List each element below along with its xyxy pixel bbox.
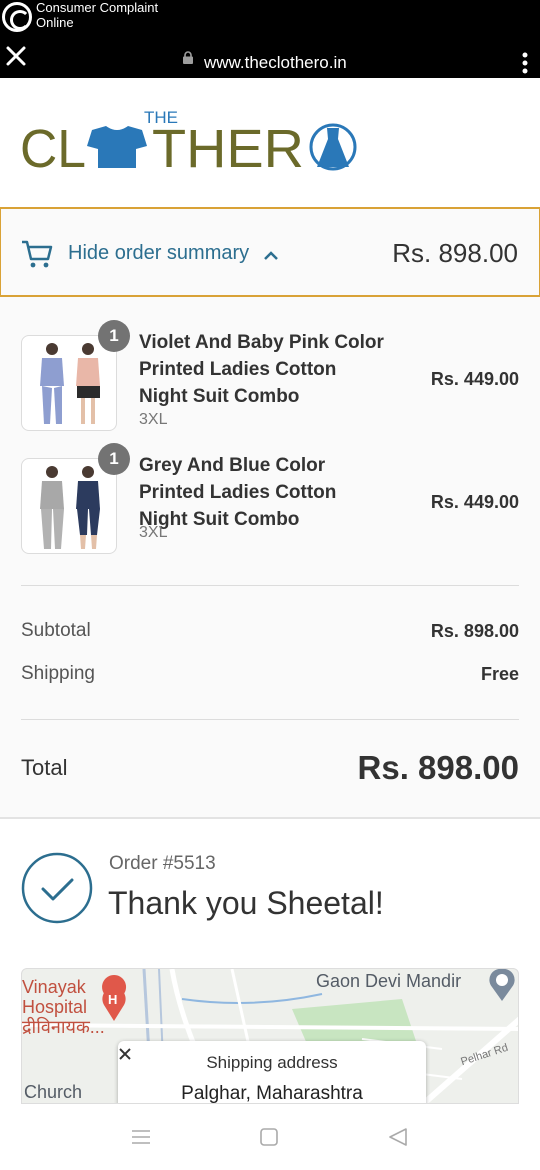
total-label: Total xyxy=(21,755,68,780)
logo-text-left: CL xyxy=(20,119,86,176)
cart-icon xyxy=(22,240,53,268)
divider xyxy=(21,585,519,586)
hospital-marker-icon: H xyxy=(102,975,127,1021)
total-value: Rs. 898.00 xyxy=(357,749,519,786)
subtotal-value: Rs. 898.00 xyxy=(430,621,519,641)
close-icon[interactable] xyxy=(4,44,28,68)
recent-apps-icon[interactable] xyxy=(131,1130,151,1144)
shipping-value: Free xyxy=(480,664,519,684)
divider xyxy=(21,719,519,720)
order-number: Order #5513 xyxy=(109,853,216,874)
store-logo[interactable]: THE CL THER xyxy=(20,106,360,176)
copyright-logo-icon xyxy=(2,2,32,32)
thank-you-heading: Thank you Sheetal! xyxy=(108,885,384,921)
product-price: Rs. 449.00 xyxy=(430,492,519,512)
url-text[interactable]: www.theclothero.in xyxy=(204,53,347,73)
back-icon[interactable] xyxy=(388,1127,408,1147)
order-summary-panel: 1 Violet And Baby Pink Color Printed Lad… xyxy=(0,297,540,819)
close-icon[interactable] xyxy=(118,1047,132,1061)
browser-toolbar: www.theclothero.in xyxy=(0,36,540,78)
subtotal-label: Subtotal xyxy=(21,620,91,641)
checkmark-circle-icon xyxy=(21,852,93,924)
product-name: Grey And Blue Color Printed Ladies Cotto… xyxy=(139,455,337,530)
order-summary-toggle-label[interactable]: Hide order summary xyxy=(68,242,249,265)
product-thumbnail xyxy=(21,335,117,431)
line-item: 1 Violet And Baby Pink Color Printed Lad… xyxy=(0,320,540,445)
tshirt-logo-icon xyxy=(87,126,147,168)
header-total: Rs. 898.00 xyxy=(392,238,518,268)
status-bar: Consumer Complaint Online xyxy=(0,0,540,36)
product-thumbnail xyxy=(21,458,117,554)
lock-icon xyxy=(183,51,193,64)
order-summary-toggle[interactable]: Hide order summary Rs. 898.00 xyxy=(0,207,540,297)
quantity-badge: 1 xyxy=(98,443,130,475)
home-icon[interactable] xyxy=(260,1128,278,1146)
line-item: 1 Grey And Blue Color Printed Ladies Cot… xyxy=(0,443,540,568)
map-place-temple: Gaon Devi Mandir xyxy=(316,971,462,991)
map-place-church: Church xyxy=(24,1082,83,1102)
product-variant: 3XL xyxy=(139,411,168,428)
map-place-hospital: Vinayak Hospital द्रीविनायक... xyxy=(22,977,105,1037)
temple-marker-icon xyxy=(489,969,515,1001)
svg-text:H: H xyxy=(108,992,117,1007)
product-price: Rs. 449.00 xyxy=(430,369,519,389)
status-app-title: Consumer Complaint Online xyxy=(36,0,159,30)
logo-text-mid: THER xyxy=(152,119,304,176)
shipping-address-card: Shipping address Palghar, Maharashtra xyxy=(118,1041,426,1104)
system-nav-bar xyxy=(0,1104,540,1170)
chevron-up-icon xyxy=(264,251,278,260)
dress-logo-icon xyxy=(309,123,357,171)
shipping-label: Shipping xyxy=(21,663,95,684)
shipping-address-label: Shipping address xyxy=(206,1053,338,1072)
product-variant: 3XL xyxy=(139,524,168,541)
shipping-address-city: Palghar, Maharashtra xyxy=(181,1083,363,1104)
more-options-icon[interactable] xyxy=(522,52,528,74)
shipping-map[interactable]: H Vinayak Hospital द्रीविनायक... Gaon De… xyxy=(21,968,519,1104)
product-name: Violet And Baby Pink Color Printed Ladie… xyxy=(139,332,384,407)
quantity-badge: 1 xyxy=(98,320,130,352)
